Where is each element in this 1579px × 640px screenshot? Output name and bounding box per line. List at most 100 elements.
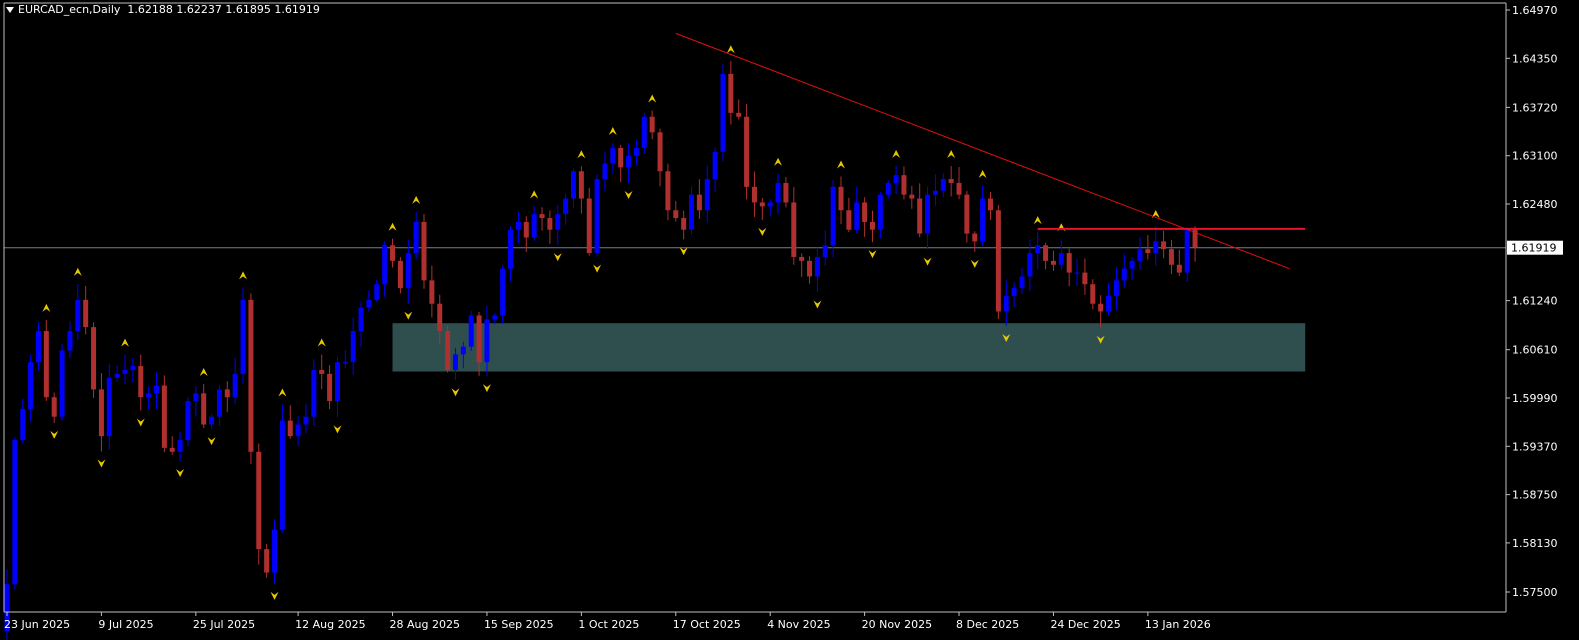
candle bbox=[539, 207, 545, 231]
candle-body bbox=[626, 155, 632, 168]
time-tick-label: 28 Aug 2025 bbox=[390, 618, 460, 631]
candle bbox=[830, 179, 836, 258]
time-tick-label: 4 Nov 2025 bbox=[767, 618, 830, 631]
candle-body bbox=[12, 440, 18, 585]
candle-body bbox=[555, 214, 561, 230]
candle-body bbox=[177, 440, 183, 452]
candle bbox=[555, 204, 561, 246]
candle-body bbox=[28, 362, 34, 409]
price-tick-label: 1.61240 bbox=[1512, 295, 1558, 308]
candle-body bbox=[500, 268, 506, 316]
candle-body bbox=[728, 73, 734, 113]
candle-body bbox=[374, 284, 380, 300]
candle bbox=[531, 206, 537, 242]
candle-body bbox=[751, 186, 757, 203]
candle-body bbox=[578, 171, 584, 199]
candle-body bbox=[146, 393, 152, 398]
candle bbox=[75, 283, 81, 341]
candle-body bbox=[83, 299, 89, 328]
candle-body bbox=[1121, 268, 1127, 281]
price-tick-label: 1.64970 bbox=[1512, 4, 1558, 17]
candle-body bbox=[673, 210, 679, 219]
candle-body bbox=[712, 151, 718, 180]
support-zone-rect bbox=[392, 323, 1306, 372]
candle-body bbox=[846, 210, 852, 230]
candle bbox=[138, 354, 144, 411]
candle-body bbox=[736, 112, 742, 117]
candle bbox=[893, 165, 899, 194]
candle-body bbox=[484, 319, 490, 363]
candle-body bbox=[1011, 288, 1017, 296]
candle bbox=[964, 190, 970, 243]
candle bbox=[1113, 267, 1119, 311]
candle-body bbox=[854, 202, 860, 230]
candle-body bbox=[193, 393, 199, 402]
candle-body bbox=[1184, 229, 1190, 273]
candle-body bbox=[830, 186, 836, 246]
candle bbox=[1066, 248, 1072, 287]
candle bbox=[641, 113, 647, 154]
fractal-up-arrow bbox=[412, 195, 421, 204]
candle bbox=[586, 187, 592, 256]
time-tick-label: 15 Sep 2025 bbox=[484, 618, 554, 631]
candle-body bbox=[445, 330, 451, 370]
candle bbox=[106, 363, 112, 450]
time-tick-label: 8 Dec 2025 bbox=[956, 618, 1019, 631]
price-tick-label: 1.57500 bbox=[1512, 586, 1558, 599]
candle bbox=[736, 99, 742, 120]
candle bbox=[1106, 282, 1112, 316]
ohlc-values: 1.62188 1.62237 1.61895 1.61919 bbox=[127, 3, 320, 16]
candle bbox=[279, 404, 285, 533]
fractal-down-arrow bbox=[207, 437, 216, 446]
candle bbox=[1027, 239, 1033, 292]
candle-body bbox=[468, 315, 474, 347]
price-tick-label: 1.60610 bbox=[1512, 344, 1558, 357]
candle-body bbox=[1003, 295, 1009, 312]
candle-body bbox=[720, 73, 726, 152]
candle bbox=[728, 61, 734, 125]
candle-body bbox=[980, 198, 986, 242]
current-price-label: 1.61919 bbox=[1511, 242, 1557, 255]
candle bbox=[523, 216, 529, 252]
fractal-down-arrow bbox=[136, 418, 145, 427]
candle bbox=[366, 290, 372, 312]
candle bbox=[578, 166, 584, 214]
candle bbox=[1035, 232, 1041, 270]
candle bbox=[1058, 239, 1064, 271]
candle bbox=[1003, 280, 1009, 327]
candle bbox=[445, 325, 451, 373]
chart-canvas[interactable]: 1.64970 1.64350 1.63720 1.63100 1.62480 1.612… bbox=[0, 0, 1579, 640]
candle bbox=[295, 415, 301, 446]
candle bbox=[185, 396, 191, 447]
candle bbox=[689, 186, 695, 235]
candle bbox=[563, 193, 569, 225]
price-tick-label: 1.58750 bbox=[1512, 489, 1558, 502]
candle bbox=[1137, 236, 1143, 271]
candle bbox=[1121, 254, 1127, 288]
candle bbox=[712, 147, 718, 192]
time-tick-label: 9 Jul 2025 bbox=[98, 618, 153, 631]
candle-body bbox=[476, 315, 482, 363]
candle-body bbox=[413, 221, 419, 254]
candle-body bbox=[618, 147, 624, 168]
fractal-down-arrow bbox=[97, 459, 106, 468]
candle bbox=[240, 287, 246, 385]
candle bbox=[602, 151, 608, 192]
chart-menu-triangle-icon[interactable] bbox=[6, 7, 14, 13]
candle-body bbox=[1098, 303, 1104, 312]
candle bbox=[799, 253, 805, 277]
candle bbox=[696, 179, 702, 219]
fractal-down-arrow bbox=[50, 430, 59, 439]
candle-body bbox=[956, 182, 962, 195]
candle-body bbox=[964, 194, 970, 234]
candle-body bbox=[1153, 241, 1159, 254]
fractal-down-arrow bbox=[333, 425, 342, 434]
candle-body bbox=[838, 186, 844, 211]
candle bbox=[1176, 249, 1182, 276]
candle bbox=[673, 201, 679, 222]
candle-body bbox=[35, 330, 41, 363]
chart-window[interactable]: 1.64970 1.64350 1.63720 1.63100 1.62480 1.612… bbox=[0, 0, 1579, 640]
candle-body bbox=[995, 210, 1001, 312]
candle-body bbox=[429, 280, 435, 304]
candle bbox=[925, 186, 931, 250]
